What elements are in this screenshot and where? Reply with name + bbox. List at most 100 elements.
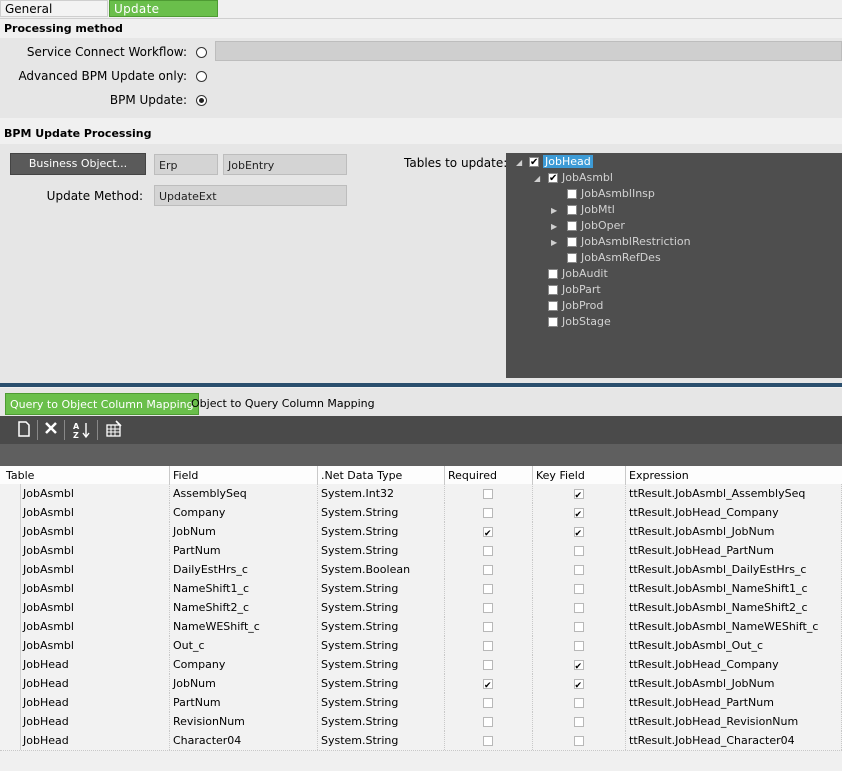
row-selector[interactable] bbox=[3, 655, 21, 674]
column-header-table[interactable]: Table bbox=[3, 466, 170, 484]
column-header-expression[interactable]: Expression bbox=[626, 466, 842, 484]
checkbox-icon[interactable] bbox=[573, 525, 584, 541]
checkbox-icon[interactable] bbox=[483, 677, 493, 693]
checkbox-icon[interactable] bbox=[573, 622, 584, 632]
checkbox-icon[interactable] bbox=[548, 285, 558, 295]
table-row[interactable]: JobAsmbl NameWEShift_c System.String ttResu… bbox=[0, 617, 842, 637]
tree-node-jobasmrefdes[interactable]: JobAsmRefDes bbox=[567, 250, 661, 265]
tables-tree[interactable]: ◢ JobHead ◢ JobAsmbl JobAsmblInsp ▶ JobM… bbox=[506, 153, 842, 378]
checkbox-icon[interactable] bbox=[483, 736, 493, 746]
row-selector[interactable] bbox=[3, 522, 21, 541]
table-row[interactable]: JobAsmblCompanySystem.String ttResult.Job… bbox=[0, 503, 842, 523]
checkbox-icon[interactable] bbox=[529, 155, 539, 170]
checkbox-icon[interactable] bbox=[483, 489, 493, 499]
column-header-key-field[interactable]: Key Field bbox=[533, 466, 626, 484]
collapse-arrow-icon[interactable]: ◢ bbox=[516, 155, 522, 170]
service-connect-workflow-field[interactable] bbox=[215, 41, 842, 61]
checkbox-icon[interactable] bbox=[548, 301, 558, 311]
table-row[interactable]: JobAsmblJobNumSystem.String ttResult.JobA… bbox=[0, 522, 842, 542]
checkbox-icon[interactable] bbox=[567, 221, 577, 231]
collapse-arrow-icon[interactable]: ◢ bbox=[534, 171, 540, 186]
column-header-field[interactable]: Field bbox=[170, 466, 318, 484]
row-selector[interactable] bbox=[3, 712, 21, 731]
checkbox-icon[interactable] bbox=[483, 565, 493, 575]
checkbox-icon[interactable] bbox=[483, 584, 493, 594]
tree-node-jobaudit[interactable]: JobAudit bbox=[548, 266, 608, 281]
tab-general-properties[interactable]: General Properties bbox=[0, 0, 108, 33]
checkbox-icon[interactable] bbox=[573, 487, 584, 503]
row-selector[interactable] bbox=[3, 484, 21, 503]
service-connect-radio[interactable] bbox=[196, 47, 207, 58]
checkbox-icon[interactable] bbox=[567, 189, 577, 199]
tree-node-jobmtl[interactable]: JobMtl bbox=[567, 202, 615, 217]
checkbox-icon[interactable] bbox=[567, 205, 577, 215]
table-row[interactable]: JobAsmbl NameShift1_c System.String ttResul… bbox=[0, 579, 842, 599]
row-selector[interactable] bbox=[3, 636, 21, 655]
checkbox-icon[interactable] bbox=[483, 641, 493, 651]
checkbox-icon[interactable] bbox=[548, 317, 558, 327]
checkbox-icon[interactable] bbox=[573, 641, 584, 651]
tree-node-jobhead[interactable]: JobHead bbox=[529, 154, 593, 170]
tree-node-jobstage[interactable]: JobStage bbox=[548, 314, 611, 329]
table-row[interactable]: JobHead RevisionNum System.String ttResult.… bbox=[0, 712, 842, 732]
delete-icon[interactable] bbox=[41, 420, 61, 440]
checkbox-icon[interactable] bbox=[483, 508, 493, 518]
row-selector[interactable] bbox=[3, 560, 21, 579]
checkbox-icon[interactable] bbox=[573, 546, 584, 556]
checkbox-icon[interactable] bbox=[483, 622, 493, 632]
table-row[interactable]: JobHead Character04 System.String ttResult.… bbox=[0, 731, 842, 751]
row-selector[interactable] bbox=[3, 598, 21, 617]
row-selector[interactable] bbox=[3, 693, 21, 712]
row-selector[interactable] bbox=[3, 731, 21, 750]
table-row[interactable]: JobHeadJobNumSystem.String ttResult.JobAs… bbox=[0, 674, 842, 694]
row-selector[interactable] bbox=[3, 503, 21, 522]
checkbox-icon[interactable] bbox=[573, 717, 584, 727]
tree-node-jobasmblrestriction[interactable]: JobAsmblRestriction bbox=[567, 234, 691, 249]
checkbox-icon[interactable] bbox=[573, 736, 584, 746]
checkbox-icon[interactable] bbox=[567, 253, 577, 263]
tree-node-jobprod[interactable]: JobProd bbox=[548, 298, 603, 313]
row-selector[interactable] bbox=[3, 617, 21, 636]
table-row[interactable]: JobAsmbl NameShift2_c System.String ttResul… bbox=[0, 598, 842, 618]
table-row[interactable]: JobAsmbl DailyEstHrs_c System.Boolean ttRes… bbox=[0, 560, 842, 580]
checkbox-icon[interactable] bbox=[573, 506, 584, 522]
checkbox-icon[interactable] bbox=[573, 698, 584, 708]
checkbox-icon[interactable] bbox=[483, 717, 493, 727]
row-selector[interactable] bbox=[3, 674, 21, 693]
checkbox-icon[interactable] bbox=[483, 698, 493, 708]
checkbox-icon[interactable] bbox=[548, 171, 558, 186]
bpm-update-radio[interactable] bbox=[196, 95, 207, 106]
table-row[interactable]: JobAsmbl Out_c System.String ttResult.JobAs… bbox=[0, 636, 842, 656]
column-header-data-type[interactable]: .Net Data Type bbox=[318, 466, 445, 484]
checkbox-icon[interactable] bbox=[483, 603, 493, 613]
row-selector[interactable] bbox=[3, 579, 21, 598]
new-icon[interactable] bbox=[14, 420, 34, 440]
checkbox-icon[interactable] bbox=[573, 658, 584, 674]
advanced-bpm-radio[interactable] bbox=[196, 71, 207, 82]
checkbox-icon[interactable] bbox=[548, 269, 558, 279]
checkbox-icon[interactable] bbox=[573, 565, 584, 575]
expand-arrow-icon[interactable]: ▶ bbox=[551, 203, 557, 218]
business-object-button[interactable]: Business Object... bbox=[10, 153, 146, 175]
checkbox-icon[interactable] bbox=[573, 584, 584, 594]
sort-icon[interactable]: AZ bbox=[72, 420, 92, 440]
checkbox-icon[interactable] bbox=[573, 603, 584, 613]
tree-node-joboper[interactable]: JobOper bbox=[567, 218, 625, 233]
table-row[interactable]: JobAsmbl PartNum System.String ttResult.Job… bbox=[0, 541, 842, 561]
column-header-required[interactable]: Required bbox=[445, 466, 533, 484]
table-row[interactable]: JobAsmblAssemblySeqSystem.Int32 ttResult.… bbox=[0, 484, 842, 504]
tree-node-jobpart[interactable]: JobPart bbox=[548, 282, 601, 297]
tree-node-jobasmblinsp[interactable]: JobAsmblInsp bbox=[567, 186, 655, 201]
expand-arrow-icon[interactable]: ▶ bbox=[551, 235, 557, 250]
row-selector[interactable] bbox=[3, 541, 21, 560]
table-row[interactable]: JobHeadCompanySystem.String ttResult.JobH… bbox=[0, 655, 842, 675]
tab-update-processing[interactable]: Update Processing bbox=[109, 0, 218, 33]
tab-object-to-query-mapping[interactable]: Object to Query Column Mapping bbox=[187, 393, 379, 415]
checkbox-icon[interactable] bbox=[567, 237, 577, 247]
tab-query-to-object-mapping[interactable]: Query to Object Column Mapping bbox=[5, 393, 199, 415]
expand-arrow-icon[interactable]: ▶ bbox=[551, 219, 557, 234]
table-row[interactable]: JobHead PartNum System.String ttResult.JobH… bbox=[0, 693, 842, 713]
checkbox-icon[interactable] bbox=[483, 525, 493, 541]
checkbox-icon[interactable] bbox=[483, 546, 493, 556]
grid-settings-icon[interactable] bbox=[104, 420, 124, 440]
